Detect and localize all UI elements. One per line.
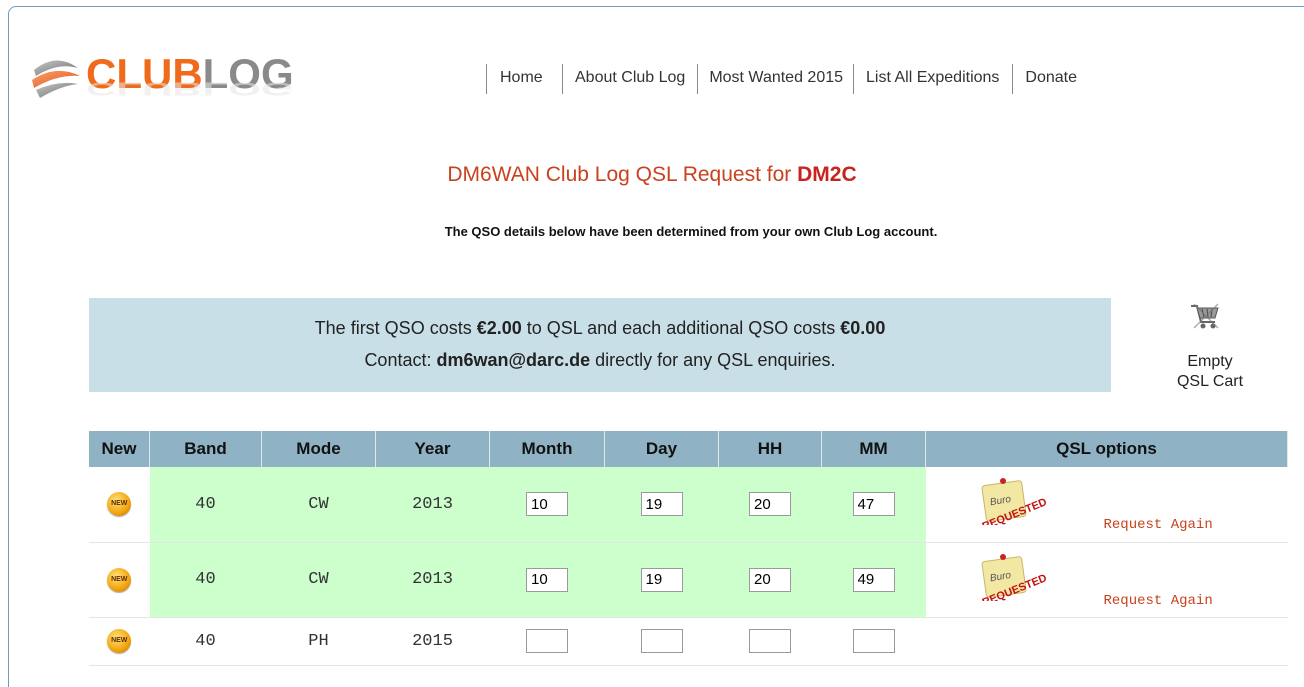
qsl-options-cell: Buro REQUESTED Request Again [925, 542, 1288, 618]
page-subtitle: The QSO details below have been determin… [444, 224, 938, 239]
year-cell: 2013 [375, 542, 490, 618]
day-input[interactable] [640, 629, 683, 653]
new-cell: NEW [89, 617, 150, 666]
new-badge-icon: NEW [107, 567, 132, 592]
year-cell: 2013 [375, 467, 490, 543]
new-badge-icon: NEW [107, 629, 132, 653]
request-again-link[interactable]: Request Again [1104, 517, 1213, 533]
band-cell: 40 [149, 617, 262, 666]
page-title: DM6WAN Club Log QSL Request for DM2C [447, 163, 857, 186]
cost-line: The first QSO costs €2.00 to QSL and eac… [314, 318, 886, 338]
month-input[interactable] [526, 629, 568, 653]
new-cell: NEW [89, 542, 150, 618]
col-year: Year [375, 431, 490, 467]
buro-requested-stamp-icon: Buro REQUESTED [980, 478, 1048, 525]
col-band: Band [149, 431, 262, 467]
col-hh: HH [718, 431, 822, 467]
band-cell: 40 [149, 467, 262, 543]
cart-label-line2: QSL Cart [1176, 373, 1244, 390]
month-input[interactable] [526, 567, 568, 592]
mm-input[interactable] [852, 629, 895, 653]
nav-most-wanted[interactable]: Most Wanted 2015 [697, 64, 853, 94]
table-row: NEW 40 PH 2015 [89, 617, 1288, 666]
day-input[interactable] [640, 492, 683, 517]
band-cell: 40 [149, 542, 262, 618]
month-input[interactable] [526, 492, 568, 517]
mode-cell: CW [261, 542, 376, 618]
mm-input[interactable] [852, 567, 895, 592]
logo-swoosh-icon [32, 60, 80, 98]
hh-input[interactable] [749, 492, 791, 517]
qsl-options-cell [925, 617, 1288, 666]
qsl-options-cell: Buro REQUESTED Request Again [925, 467, 1288, 543]
nav-home[interactable]: Home [486, 64, 562, 94]
col-new: New [89, 431, 150, 467]
logo-reflection: CLUBLOG [86, 78, 294, 100]
main-nav: Home About Club Log Most Wanted 2015 Lis… [486, 64, 1091, 94]
clublog-logo[interactable]: CLUBLOG CLUBLOG [28, 48, 294, 118]
mode-cell: PH [261, 617, 376, 666]
day-input[interactable] [640, 567, 683, 592]
hh-input[interactable] [749, 629, 791, 653]
qso-table: New Band Mode Year Month Day HH MM QSL o… [89, 431, 1288, 666]
cost-info-box: The first QSO costs €2.00 to QSL and eac… [89, 298, 1111, 392]
new-badge-icon: NEW [107, 492, 132, 517]
col-month: Month [489, 431, 605, 467]
cart-label-line1: Empty [1187, 353, 1233, 370]
nav-list-expeditions[interactable]: List All Expeditions [853, 64, 1012, 94]
table-row: NEW 40 CW 2013 Buro REQUESTED Request Ag… [89, 467, 1288, 543]
cart-icon [1191, 303, 1219, 329]
nav-about-club-log[interactable]: About Club Log [562, 64, 697, 94]
col-day: Day [604, 431, 719, 467]
callsign: DM2C [797, 163, 857, 186]
year-cell: 2015 [375, 617, 490, 666]
mode-cell: CW [261, 467, 376, 543]
col-mode: Mode [261, 431, 376, 467]
request-again-link[interactable]: Request Again [1104, 593, 1213, 609]
mm-input[interactable] [852, 492, 895, 517]
table-header-row: New Band Mode Year Month Day HH MM QSL o… [89, 431, 1288, 467]
contact-line: Contact: dm6wan@darc.de directly for any… [364, 350, 836, 370]
hh-input[interactable] [749, 567, 791, 592]
qsl-cart[interactable]: Empty QSL Cart [1160, 298, 1260, 392]
nav-donate[interactable]: Donate [1012, 64, 1091, 94]
new-cell: NEW [89, 467, 150, 543]
buro-requested-stamp-icon: Buro REQUESTED [980, 553, 1048, 601]
contact-email: dm6wan@darc.de [436, 350, 591, 370]
col-qsl-options: QSL options [925, 431, 1288, 467]
col-mm: MM [821, 431, 926, 467]
table-row: NEW 40 CW 2013 Buro REQUESTED Request Ag… [89, 542, 1288, 618]
